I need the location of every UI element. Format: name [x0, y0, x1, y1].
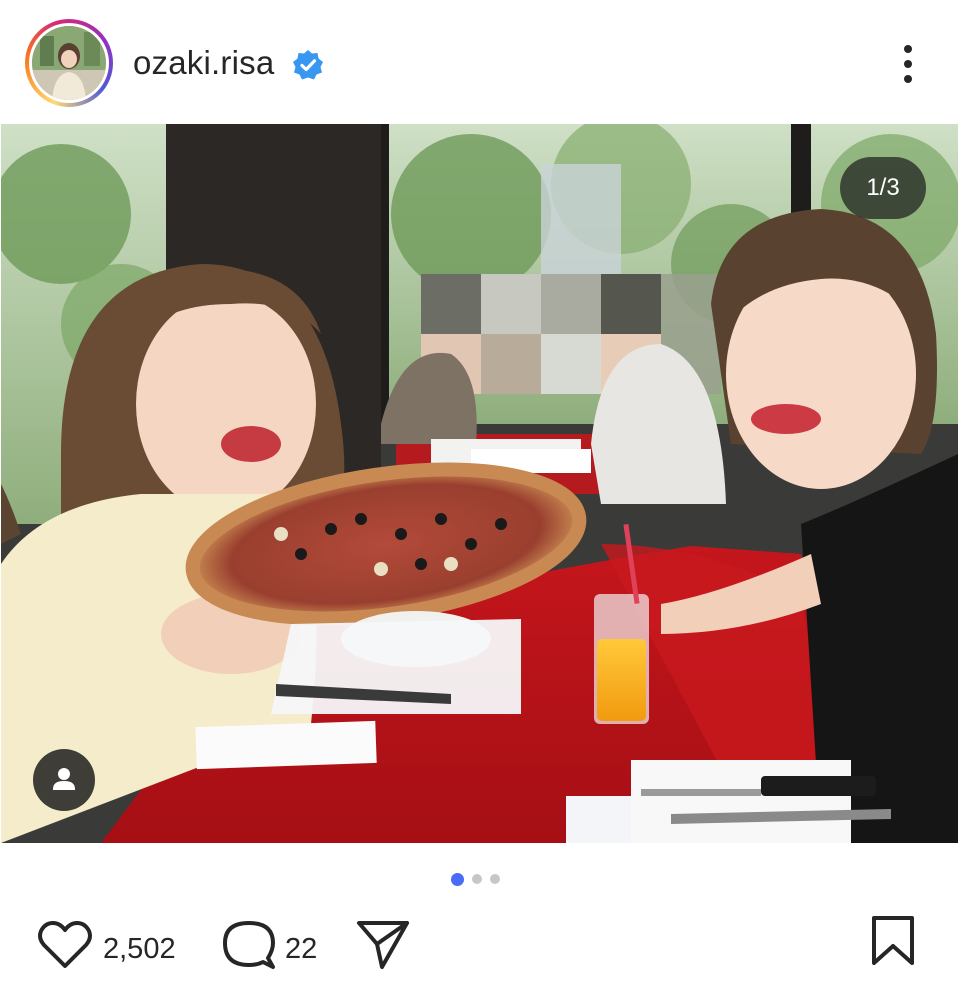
carousel-dot-active	[451, 872, 464, 886]
comment-icon	[223, 921, 275, 969]
share-button[interactable]	[356, 919, 410, 976]
carousel-indicator	[451, 872, 500, 886]
more-vertical-icon	[904, 45, 912, 83]
avatar-border	[29, 23, 109, 103]
post-header: ozaki.risa	[0, 0, 960, 124]
carousel-counter: 1/3	[840, 157, 926, 219]
username[interactable]: ozaki.risa	[133, 44, 274, 82]
like-count[interactable]: 2,502	[103, 933, 176, 966]
tagged-users-button[interactable]	[33, 749, 95, 811]
post-actions: 2,502 22	[0, 905, 960, 985]
carousel-dot	[472, 874, 482, 884]
post-photo[interactable]	[1, 124, 958, 843]
avatar-image	[32, 26, 106, 100]
like-button[interactable]	[37, 919, 93, 976]
carousel-dot	[490, 874, 500, 884]
heart-icon	[38, 921, 92, 968]
post-image	[1, 124, 958, 843]
more-options-button[interactable]	[890, 40, 926, 88]
comment-button[interactable]	[221, 917, 277, 978]
comment-count[interactable]: 22	[285, 933, 317, 966]
save-button[interactable]	[870, 915, 916, 972]
profile-avatar[interactable]	[25, 19, 113, 107]
verified-badge-icon	[291, 48, 325, 82]
user-tag-icon	[53, 768, 75, 790]
send-icon	[357, 921, 409, 969]
bookmark-icon	[872, 916, 914, 965]
